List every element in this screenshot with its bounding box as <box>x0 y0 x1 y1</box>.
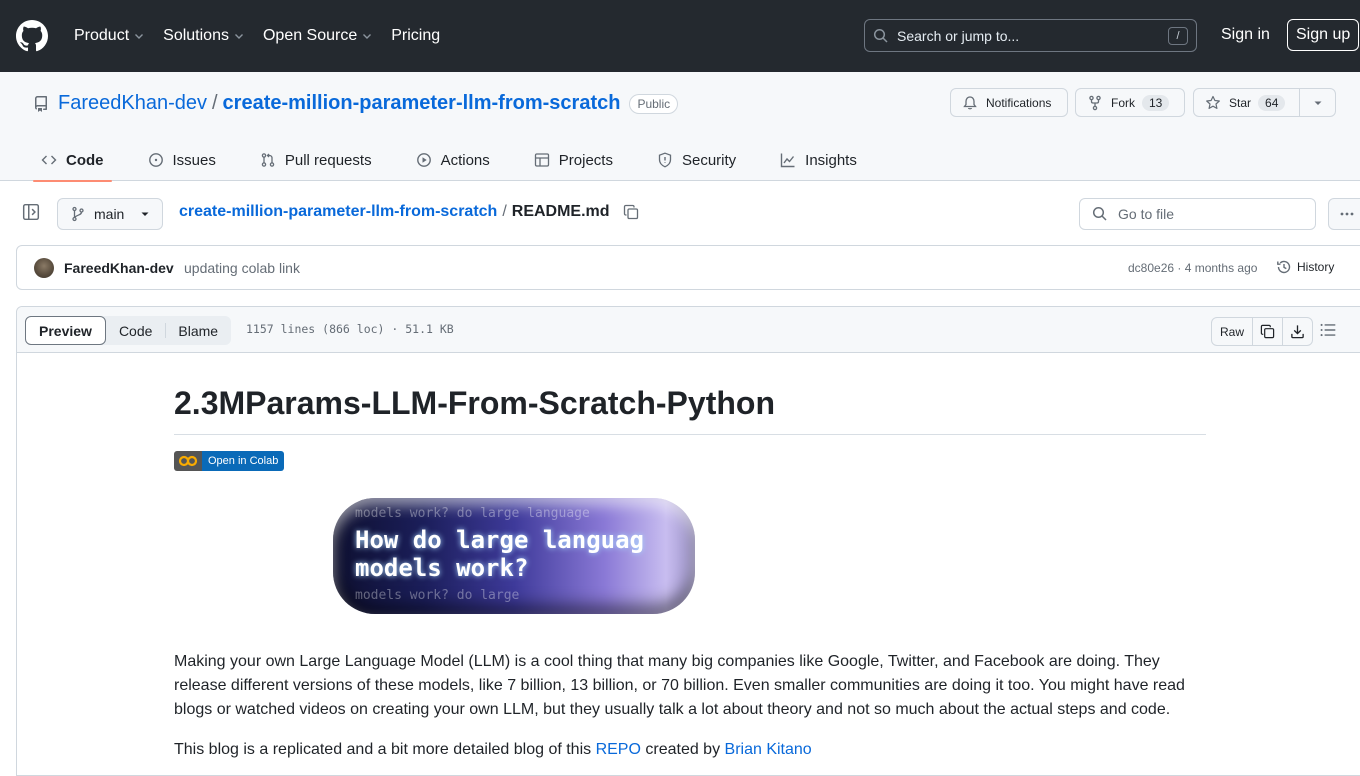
nav-solutions[interactable]: Solutions <box>163 27 245 45</box>
commit-meta[interactable]: dc80e26 · 4 months ago <box>1128 261 1257 275</box>
tab-code[interactable]: Code <box>33 139 112 182</box>
file-navigation: main create-million-parameter-llm-from-s… <box>0 181 1360 245</box>
star-button[interactable]: Star 64 <box>1193 88 1300 117</box>
search-icon <box>873 28 888 43</box>
repo-name-link[interactable]: create-million-parameter-llm-from-scratc… <box>223 92 621 115</box>
sidebar-expand-icon[interactable] <box>22 203 40 221</box>
chevron-down-icon <box>363 34 372 39</box>
nav-pricing[interactable]: Pricing <box>391 27 440 45</box>
open-in-colab-badge[interactable]: Open in Colab <box>174 451 285 471</box>
download-icon <box>1291 325 1304 339</box>
hero-ghost-text-top: models work? do large language <box>355 506 590 521</box>
github-logo-icon[interactable] <box>16 20 48 52</box>
notifications-button[interactable]: Notifications <box>950 88 1068 117</box>
chevron-down-icon <box>135 34 144 39</box>
tab-issues[interactable]: Issues <box>140 139 224 181</box>
shield-icon <box>658 152 672 168</box>
author-link[interactable]: Brian Kitano <box>725 741 812 758</box>
table-icon <box>534 153 549 167</box>
chevron-down-icon <box>234 34 243 39</box>
breadcrumb-file-name: README.md <box>511 203 610 220</box>
raw-button[interactable]: Raw <box>1212 318 1252 345</box>
tab-actions[interactable]: Actions <box>408 139 498 181</box>
global-header: Product Solutions Open Source Pricing Se… <box>0 0 1360 72</box>
breadcrumb-repo-link[interactable]: create-million-parameter-llm-from-scratc… <box>179 203 497 221</box>
tab-pull-requests[interactable]: Pull requests <box>252 139 380 181</box>
author-avatar[interactable] <box>34 258 54 278</box>
bell-icon <box>963 95 977 109</box>
repo-title-separator: / <box>211 92 218 114</box>
readme-paragraph-2: This blog is a replicated and a bit more… <box>174 741 812 758</box>
latest-commit: FareedKhan-dev updating colab link dc80e… <box>16 245 1360 290</box>
global-search-input[interactable]: Search or jump to... / <box>864 19 1197 52</box>
search-placeholder: Search or jump to... <box>897 27 1020 44</box>
colab-badge-label: Open in Colab <box>202 451 285 471</box>
star-list-dropdown[interactable] <box>1299 88 1336 117</box>
search-shortcut-key: / <box>1168 27 1188 45</box>
tab-projects[interactable]: Projects <box>526 139 621 181</box>
fork-count: 13 <box>1142 94 1170 111</box>
code-mode-button[interactable]: Code <box>106 316 165 345</box>
breadcrumb: create-million-parameter-llm-from-scratc… <box>179 203 639 221</box>
commit-author-link[interactable]: FareedKhan-dev <box>64 260 174 276</box>
repository-header: FareedKhan-dev / create-million-paramete… <box>0 72 1360 182</box>
commit-message-link[interactable]: updating colab link <box>184 260 300 276</box>
repo-owner-link[interactable]: FareedKhan-dev <box>58 92 207 115</box>
play-icon <box>416 153 431 167</box>
readme-title: 2.3MParams-LLM-From-Scratch-Python <box>174 354 1206 435</box>
nav-open-source[interactable]: Open Source <box>263 27 373 45</box>
code-icon <box>41 155 57 165</box>
hero-text-line-1: How do large languag <box>355 526 644 554</box>
caret-down-icon <box>141 212 149 216</box>
readme-paragraph-1: Making your own Large Language Model (LL… <box>174 653 1185 718</box>
caret-down-icon <box>1314 101 1322 105</box>
go-to-file-placeholder: Go to file <box>1118 206 1175 222</box>
pull-request-icon <box>261 153 275 167</box>
readme-content: 2.3MParams-LLM-From-Scratch-Python Open … <box>174 354 1206 762</box>
repo-title: FareedKhan-dev / create-million-paramete… <box>33 92 679 115</box>
download-button[interactable] <box>1282 318 1312 345</box>
go-to-file-input[interactable]: Go to file <box>1079 198 1316 230</box>
star-count: 64 <box>1258 94 1286 111</box>
branch-selector[interactable]: main <box>57 198 163 230</box>
hero-image: models work? do large language How do la… <box>333 498 695 614</box>
file-view: Preview Code Blame 1157 lines (866 loc) … <box>16 306 1360 776</box>
kebab-horizontal-icon <box>1340 212 1354 216</box>
nav-product[interactable]: Product <box>74 27 145 45</box>
branch-icon <box>72 206 84 222</box>
issue-icon <box>148 153 163 167</box>
more-options-button[interactable] <box>1328 198 1360 230</box>
breadcrumb-separator: / <box>502 203 507 220</box>
repo-tabs: Code Issues Pull requests Actions Projec… <box>33 139 893 182</box>
copy-path-icon[interactable] <box>623 204 639 220</box>
view-mode-toggle: Preview Code Blame <box>25 316 232 345</box>
fork-button[interactable]: Fork 13 <box>1075 88 1185 117</box>
repo-link[interactable]: REPO <box>596 741 641 758</box>
history-icon <box>1277 260 1291 274</box>
hero-ghost-text-bottom: models work? do large <box>355 588 520 603</box>
copy-raw-button[interactable] <box>1252 318 1282 345</box>
copy-icon <box>1260 324 1275 339</box>
graph-icon <box>780 153 795 168</box>
history-button[interactable]: History <box>1276 259 1334 275</box>
search-icon <box>1092 206 1107 221</box>
preview-mode-button[interactable]: Preview <box>25 316 106 345</box>
global-nav: Product Solutions Open Source Pricing <box>74 27 458 45</box>
blame-mode-button[interactable]: Blame <box>165 316 231 345</box>
repo-icon <box>34 95 47 112</box>
hero-text-line-2: models work? <box>355 554 529 582</box>
tab-insights[interactable]: Insights <box>772 139 865 181</box>
file-toolbar: Preview Code Blame 1157 lines (866 loc) … <box>17 307 1360 353</box>
sign-in-link[interactable]: Sign in <box>1221 26 1270 44</box>
tab-security[interactable]: Security <box>649 139 744 181</box>
branch-name: main <box>94 206 125 222</box>
colab-logo-icon <box>174 451 202 471</box>
visibility-badge: Public <box>629 93 679 114</box>
file-actions: Raw <box>1211 317 1314 346</box>
star-icon <box>1206 95 1220 109</box>
sign-up-button[interactable]: Sign up <box>1287 19 1360 51</box>
fork-icon <box>1089 95 1101 110</box>
outline-list-icon[interactable] <box>1319 321 1337 339</box>
file-info: 1157 lines (866 loc) · 51.1 KB <box>246 322 454 336</box>
